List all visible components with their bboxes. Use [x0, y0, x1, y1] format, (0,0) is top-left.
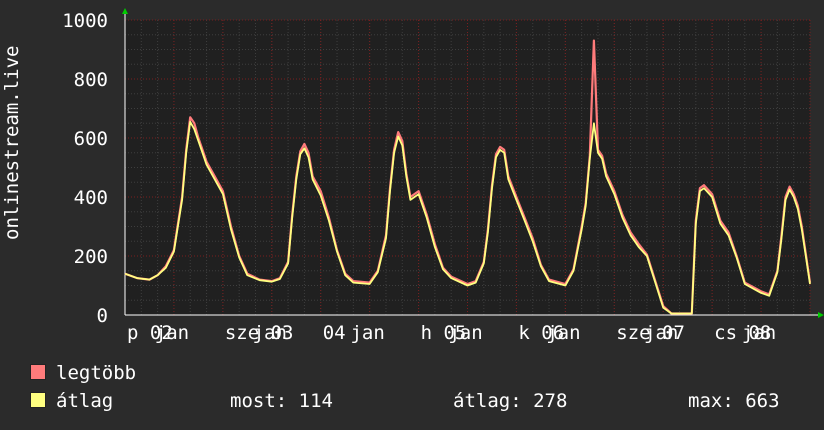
- legend-label-max: legtöbb: [56, 362, 137, 384]
- x-tick-label: jan: [350, 322, 384, 344]
- y-tick-label: 200: [74, 246, 108, 268]
- y-tick-labels: 0 200 400 600 800 1000: [62, 10, 108, 327]
- x-tick-label: jan: [546, 322, 580, 344]
- legend-swatch-avg: [30, 392, 46, 408]
- stat-max: max: 663: [688, 390, 780, 412]
- x-tick-label: jan: [155, 322, 189, 344]
- legend-swatch-max: [30, 364, 46, 380]
- stat-avg-value: 278: [533, 390, 568, 412]
- y-tick-label: 600: [74, 128, 108, 150]
- legend-item-max: legtöbb: [30, 362, 136, 384]
- y-tick-label: 1000: [62, 10, 108, 32]
- y-tick-label: 800: [74, 69, 108, 91]
- x-tick-label: jan: [644, 322, 678, 344]
- x-tick-label: 04: [323, 322, 346, 344]
- x-axis-arrow: [818, 312, 824, 318]
- stat-avg: átlag: 278: [453, 390, 567, 412]
- x-tick-labels: p 02jan sze 03jan 04 jan h 05jan k 06jan sze 0…: [127, 322, 776, 344]
- stat-now: most: 114: [230, 390, 333, 412]
- legend-label-avg: átlag: [56, 390, 114, 412]
- x-tick-label: jan: [253, 322, 287, 344]
- y-tick-label: 0: [97, 305, 108, 327]
- legend-item-avg: átlag: [30, 390, 113, 412]
- stat-now-label: most:: [230, 390, 288, 412]
- x-tick-label: jan: [448, 322, 482, 344]
- stat-max-label: max:: [688, 390, 734, 412]
- x-tick-label: jan: [742, 322, 776, 344]
- y-axis-arrow: [122, 8, 128, 14]
- stat-now-value: 114: [298, 390, 333, 412]
- grid: [124, 19, 811, 316]
- y-tick-label: 400: [74, 187, 108, 209]
- stat-avg-label: átlag:: [453, 390, 522, 412]
- y-axis-label: onlinestream.live: [1, 45, 23, 240]
- stat-max-value: 663: [745, 390, 780, 412]
